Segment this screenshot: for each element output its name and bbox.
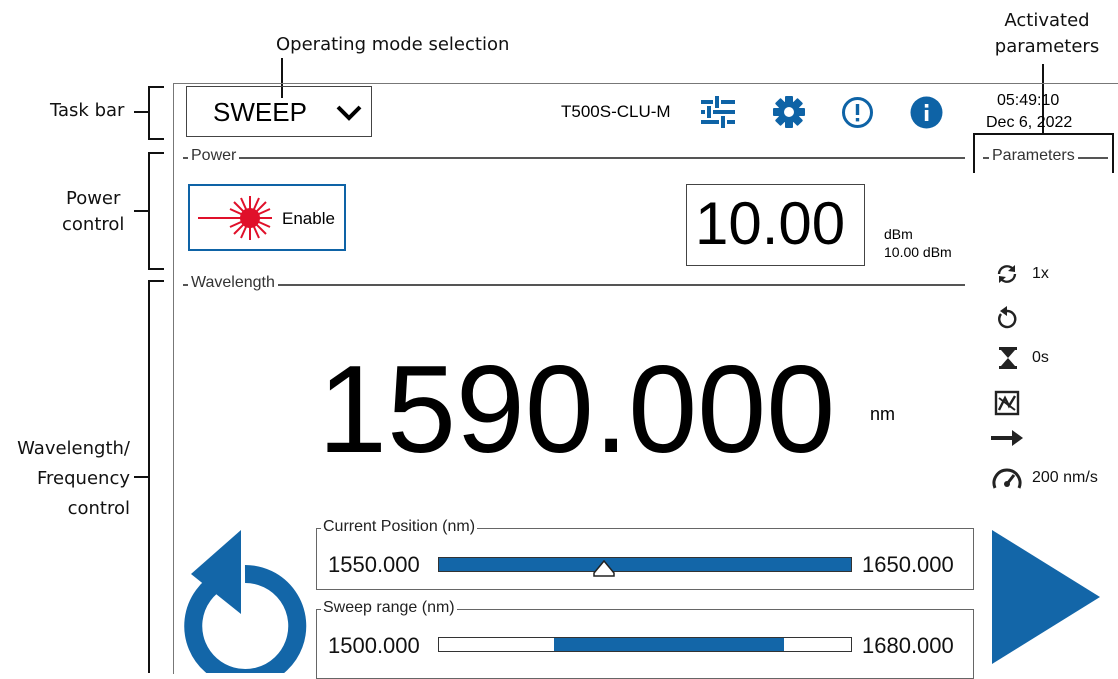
annotation-power-line2: control <box>62 214 125 235</box>
current-position-min: 1550.000 <box>328 552 420 577</box>
current-position-fill <box>439 558 851 571</box>
laser-icon <box>198 196 272 240</box>
current-position-max: 1650.000 <box>862 552 954 577</box>
annotation-bracket-power-t <box>148 152 164 154</box>
annotation-wl-line2: Frequency <box>37 468 130 489</box>
laser-enable-button[interactable]: Enable <box>188 184 346 251</box>
power-setpoint-field[interactable]: 10.00 <box>686 184 865 266</box>
annotation-power-control: Power control <box>62 186 124 238</box>
annotation-activated-line1: Activated <box>1004 10 1090 31</box>
annotation-bracket-taskbar-t <box>148 86 164 88</box>
annotation-operating-mode: Operating mode selection <box>276 34 510 55</box>
power-setpoint-value: 10.00 <box>695 190 846 257</box>
wavelength-section-line <box>183 284 965 286</box>
power-section-label: Power <box>188 147 240 165</box>
param-dwell: 0s <box>1032 349 1049 366</box>
param-speed: 200 nm/s <box>1032 469 1098 486</box>
repeat-icon <box>997 265 1017 283</box>
current-position-bar[interactable] <box>438 557 852 572</box>
wavelength-unit: nm <box>870 404 896 424</box>
power-actual: 10.00 dBm <box>884 244 952 260</box>
annotation-bracket-taskbar-v <box>148 86 150 140</box>
sweep-range-title: Sweep range (nm) <box>321 599 457 617</box>
laser-enable-label: Enable <box>282 209 335 228</box>
arrow-right-icon <box>991 430 1023 446</box>
annotation-bracket-wl-t <box>148 280 164 282</box>
info-icon[interactable] <box>910 96 943 129</box>
annotation-bracket-power-b <box>148 268 164 270</box>
alert-icon[interactable] <box>841 96 874 129</box>
wavelength-value[interactable]: 1590.000 <box>318 348 835 472</box>
sweep-range-bar[interactable] <box>438 637 852 652</box>
sweep-range-max: 1680.000 <box>862 633 954 658</box>
annotation-leader-taskbar <box>134 111 148 113</box>
chevron-down-icon <box>336 105 362 121</box>
clock-time: 05:49:10 <box>997 92 1060 109</box>
hourglass-icon <box>999 347 1017 369</box>
annotation-bracket-power-v <box>148 152 150 270</box>
wavelength-section-label: Wavelength <box>188 274 278 292</box>
mode-dropdown[interactable]: SWEEP <box>186 86 372 137</box>
sliders-icon[interactable] <box>700 95 736 129</box>
clock-date: Dec 6, 2022 <box>986 114 1073 131</box>
current-position-marker[interactable] <box>592 560 615 577</box>
instrument-model: T500S-CLU-M <box>561 102 671 121</box>
annotation-activated-line2: parameters <box>994 36 1100 57</box>
annotation-activated-parameters: Activated parameters <box>992 8 1102 60</box>
pattern-icon <box>994 390 1020 416</box>
gear-icon[interactable] <box>772 95 806 129</box>
annotation-leader-wl <box>134 476 148 478</box>
current-position-title: Current Position (nm) <box>321 518 478 536</box>
annotation-bracket-wl-v <box>148 280 150 673</box>
param-cycles: 1x <box>1032 265 1049 282</box>
speedometer-icon <box>992 468 1022 489</box>
mode-value: SWEEP <box>213 97 307 127</box>
sweep-range-fill <box>554 638 784 651</box>
sweep-range-min: 1500.000 <box>328 633 420 658</box>
undo-icon <box>998 306 1017 329</box>
annotation-wavelength-control: Wavelength/ Frequency control <box>8 434 130 524</box>
annotation-wl-line1: Wavelength/ <box>17 438 130 459</box>
reset-icon[interactable] <box>183 528 308 673</box>
annotation-power-line1: Power <box>65 188 121 209</box>
annotation-leader-power <box>134 210 148 212</box>
play-icon[interactable] <box>990 528 1102 666</box>
annotation-bracket-taskbar-b <box>148 138 164 140</box>
power-section-line <box>183 157 965 159</box>
power-unit: dBm <box>884 226 913 242</box>
annotation-task-bar: Task bar <box>50 100 125 121</box>
parameters-section-label: Parameters <box>989 147 1078 165</box>
annotation-wl-line3: control <box>67 498 130 519</box>
